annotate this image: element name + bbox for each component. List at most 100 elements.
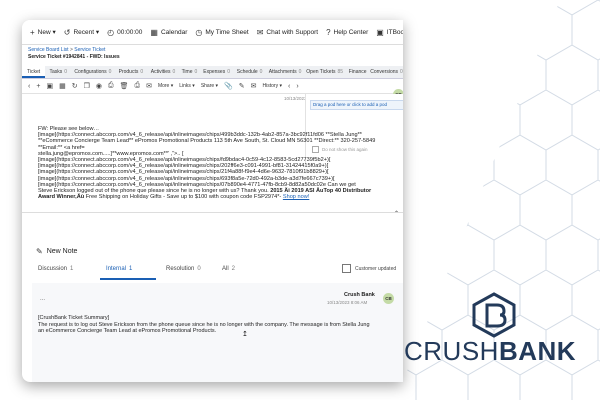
tab-internal[interactable]: Internal 1 [106,266,132,272]
clip-icon[interactable]: ⎙ [134,82,140,90]
tab-conversions[interactable]: Conversions 0 [370,66,403,78]
email-icon[interactable]: ✉ [146,82,152,90]
share-menu[interactable]: Share ▾ [201,83,218,89]
topnav-item-recent[interactable]: ↺ Recent ▾ [64,28,99,37]
tab-ticket[interactable]: Ticket [22,66,46,78]
topnav-label: Calendar [160,28,188,36]
divider [22,212,403,213]
tab-count: 0 [197,266,201,272]
view-icon[interactable]: ◉ [96,82,102,90]
new-note-header: ✎ New Note [36,247,77,256]
tab-count: 0 [298,69,302,75]
tab-resolution[interactable]: Resolution 0 [166,266,201,272]
tab-time[interactable]: Time 0 [179,66,200,78]
tab-label: Configurations [74,69,107,75]
tab-label: Finance [348,69,367,75]
refresh-icon[interactable]: ↻ [72,82,78,90]
topnav-label: Help Center [333,28,369,36]
edit-icon[interactable]: ✎ [239,82,245,90]
links-menu[interactable]: Links ▾ [179,83,195,89]
tab-expenses[interactable]: Expenses 0 [200,66,233,78]
note-author: Crush Bank [344,292,375,298]
timer-icon: ◴ [107,27,115,37]
topnav-item-help[interactable]: ? Help Center [326,28,368,37]
tab-configurations[interactable]: Configurations 0 [71,66,114,78]
tab-label: Tasks [49,69,63,75]
shop-now-link[interactable]: Shop now! [283,194,309,200]
app-window: + New ▾ ↺ Recent ▾ ◴ 00:00:00 ▦ Calendar ◷ My Tim… [22,20,403,382]
add-icon[interactable]: + [36,83,40,90]
tab-open-tickets[interactable]: Open Tickets 85 [304,66,345,78]
brand-part-crush: CRUSH [404,336,499,366]
topnav-label: Chat with Support [266,28,319,36]
copy-icon[interactable]: ❐ [84,82,90,90]
history-menu[interactable]: History ▾ [263,83,282,89]
topnav-item-chat[interactable]: ✉ Chat with Support [257,28,318,37]
collapse-chevron-icon[interactable]: ⌃ [394,210,399,217]
next-icon[interactable]: › [296,83,298,90]
tab-label: Schedule [236,69,258,75]
page-title: Service Ticket #1942841 - FWD: Issues [28,54,120,60]
tab-label: Ticket [26,69,41,75]
more-menu[interactable]: More ▾ [158,83,173,89]
topnav-item-plus[interactable]: + New ▾ [30,28,56,37]
tab-count: 1 [70,266,74,272]
topnav-item-itboost[interactable]: ▣ITBoost [376,28,403,37]
ticket-tabs: Ticket Tasks 0 Configurations 0 Products 0 Acti… [22,66,403,79]
topnav-item-timer[interactable]: ◴ 00:00:00 [107,28,142,37]
save-icon[interactable]: ▣ [46,82,53,90]
tab-count: 0 [400,69,403,75]
avatar: CB [383,293,394,304]
breadcrumb-service-board-list[interactable]: Service Board List [28,47,69,53]
tab-schedule[interactable]: Schedule 0 [233,66,266,78]
attach-icon[interactable]: 📎 [224,82,233,90]
help-icon: ? [326,27,331,37]
save-close-icon[interactable]: ▦ [59,82,66,90]
email-bold-text: Award Winner,Äù [38,194,85,201]
topnav-item-calendar[interactable]: ▦ Calendar [150,28,187,37]
tab-label: All [222,266,229,272]
tab-label: Attachments [268,69,297,75]
email-line: Award Winner,Äù Free Shipping on Holiday… [38,194,403,200]
tab-count: 0 [108,69,112,75]
print-icon[interactable]: ⎙ [108,82,114,90]
tab-count: 2 [231,266,236,272]
topnav-label: 00:00:00 [117,28,143,36]
tab-count: 85 [337,69,344,75]
tab-discussion[interactable]: Discussion 1 [38,266,73,272]
delete-icon[interactable]: 🗑 [120,82,129,90]
prev-icon[interactable]: ‹ [288,83,290,90]
tab-count: 1 [129,266,133,272]
tab-count: 0 [227,69,230,75]
customer-updated-option[interactable]: Customer updated [342,264,396,273]
tab-attachments[interactable]: Attachments 0 [266,66,304,78]
tab-tasks[interactable]: Tasks 0 [45,66,71,78]
topnav-item-timesheet[interactable]: ◷ My Time Sheet [195,28,248,37]
note-text: [CrushBank Ticket Summary] The request is… [38,315,403,335]
tab-activities[interactable]: Activities 0 [147,66,178,78]
breadcrumb: Service Board List > Service Ticket [28,47,105,53]
tab-label: Expenses [203,69,226,75]
new-note-title: New Note [46,248,78,255]
chat-icon[interactable]: ✉ [251,82,257,90]
tab-count: 0 [172,69,176,75]
active-tab-underline [100,278,156,280]
back-icon[interactable]: ‹ [28,83,30,90]
brand-wordmark: CRUSHBANK [404,336,576,367]
tab-label: Internal [106,266,127,272]
tab-label: Activities [150,69,171,75]
customer-updated-checkbox[interactable] [342,264,351,273]
tab-all[interactable]: All 2 [222,266,235,272]
drop-pod-area[interactable]: Drag a pod here or click to add a pod [310,100,403,110]
email-body: FW: Please see below… [image](https://con… [38,126,403,200]
tab-count: 0 [259,69,263,75]
note-icon: ✎ [36,247,43,256]
calendar-icon: ▦ [150,27,158,37]
breadcrumb-service-ticket[interactable]: Service Ticket [74,47,105,53]
tab-finance[interactable]: Finance [345,66,370,78]
note-line: The request is to log out Steve Erickson… [38,321,370,328]
tab-products[interactable]: Products 0 [114,66,147,78]
note-menu-dots[interactable]: ... [40,296,45,302]
plus-icon: + [30,27,35,37]
topnav-label: ITBoost [386,28,403,36]
